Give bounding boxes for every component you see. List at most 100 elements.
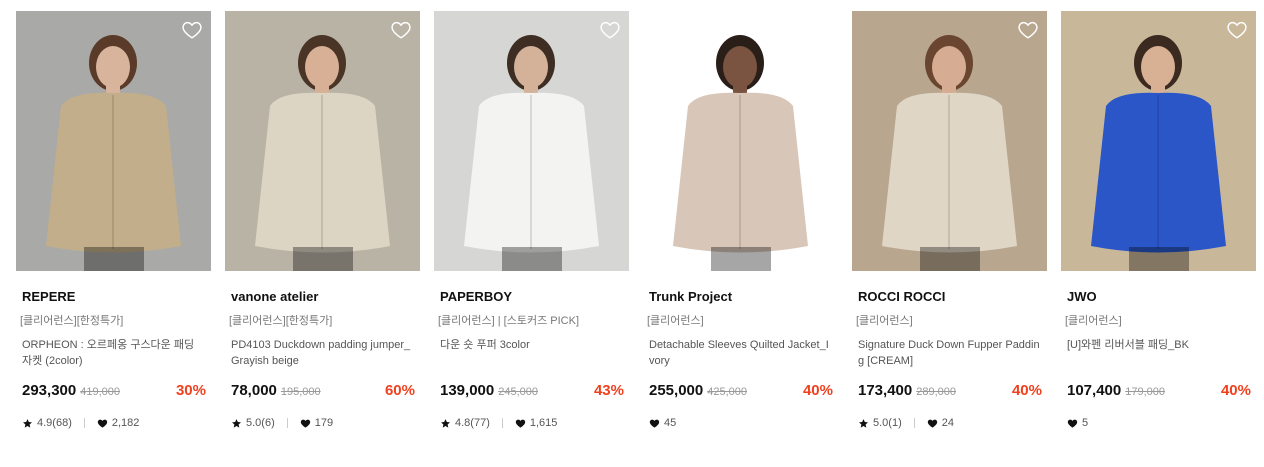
product-tags: [클리어런스] (856, 315, 913, 327)
sale-price: 107,400 (1067, 382, 1122, 399)
divider (286, 418, 288, 428)
original-price: 289,000 (916, 386, 956, 398)
star-icon (858, 418, 869, 429)
product-image[interactable] (852, 11, 1047, 271)
product-card[interactable]: JWO [클리어런스] [U]와펜 리버서블 패딩_BK 107,400 179,… (1061, 11, 1256, 430)
original-price: 195,000 (280, 386, 321, 398)
product-name[interactable]: 다운 숏 푸퍼 3color (434, 337, 629, 369)
original-price: 425,000 (707, 386, 747, 398)
product-photo (434, 11, 629, 271)
heart-filled-icon (927, 418, 938, 429)
product-image[interactable] (1061, 11, 1256, 271)
product-name[interactable]: ORPHEON : 오르페옹 구스다운 패딩 자켓 (2color) (16, 337, 211, 369)
sale-price: 293,300 (22, 382, 77, 399)
product-tags: [클리어런스][한정특가] (20, 315, 124, 327)
review-meta: 5 (1061, 416, 1256, 430)
review-meta: 5.0(1) 24 (852, 416, 1047, 430)
discount-rate: 30% (175, 382, 206, 399)
product-photo (852, 11, 1047, 271)
product-image[interactable] (16, 11, 211, 271)
brand-name[interactable]: vanone atelier (225, 289, 420, 305)
star-icon (440, 418, 451, 429)
rating-value: 5.0(1) (873, 417, 902, 429)
review-meta: 4.9(68) 2,182 (16, 416, 211, 430)
product-photo (16, 11, 211, 271)
price-row: 173,400 289,000 40% (852, 382, 1047, 402)
heart-filled-icon (300, 418, 311, 429)
like-count: 1,615 (529, 417, 558, 429)
rating: 4.8(77) (440, 417, 515, 429)
product-photo (643, 11, 838, 271)
product-image[interactable] (225, 11, 420, 271)
product-name[interactable]: PD4103 Duckdown padding jumper_Grayish b… (225, 337, 420, 369)
star-icon (231, 418, 242, 429)
brand-name[interactable]: PAPERBOY (434, 289, 629, 305)
brand-name[interactable]: ROCCI ROCCI (852, 289, 1047, 305)
rating-value: 5.0(6) (246, 417, 275, 429)
like-count: 179 (314, 417, 334, 429)
divider (83, 418, 85, 428)
rating-value: 4.9(68) (37, 417, 72, 429)
price-row: 255,000 425,000 40% (643, 382, 838, 402)
wishlist-heart-icon[interactable] (808, 19, 830, 41)
rating: 5.0(6) (231, 417, 300, 429)
sale-price: 78,000 (231, 382, 277, 399)
sale-price: 139,000 (440, 382, 495, 399)
product-image[interactable] (434, 11, 629, 271)
product-photo (1061, 11, 1256, 271)
product-tags: [클리어런스] (647, 315, 704, 327)
discount-rate: 40% (1011, 382, 1042, 399)
product-grid: REPERE [클리어런스][한정특가] ORPHEON : 오르페옹 구스다운… (16, 11, 1256, 430)
sale-price: 173,400 (858, 382, 913, 399)
heart-filled-icon (97, 418, 108, 429)
discount-rate: 40% (1220, 382, 1251, 399)
original-price: 179,000 (1125, 386, 1165, 398)
heart-filled-icon (1067, 418, 1078, 429)
divider (913, 418, 915, 428)
original-price: 419,000 (80, 386, 120, 398)
product-tags: [클리어런스] (1065, 315, 1122, 327)
product-image[interactable] (643, 11, 838, 271)
heart-filled-icon (649, 418, 660, 429)
product-card[interactable]: Trunk Project [클리어런스] Detachable Sleeves… (643, 11, 838, 430)
original-price: 245,000 (498, 386, 538, 398)
heart-filled-icon (515, 418, 526, 429)
brand-name[interactable]: REPERE (16, 289, 211, 305)
wishlist-heart-icon[interactable] (599, 19, 621, 41)
product-tags: [클리어런스][한정특가] (229, 315, 333, 327)
wishlist-heart-icon[interactable] (1017, 19, 1039, 41)
discount-rate: 40% (802, 382, 833, 399)
product-card[interactable]: ROCCI ROCCI [클리어런스] Signature Duck Down … (852, 11, 1047, 430)
price-row: 139,000 245,000 43% (434, 382, 629, 402)
product-card[interactable]: PAPERBOY [클리어런스] | [스토커즈 PICK] 다운 숏 푸퍼 3… (434, 11, 629, 430)
brand-name[interactable]: JWO (1061, 289, 1256, 305)
like-count: 24 (941, 417, 954, 429)
like-count: 45 (664, 417, 677, 429)
review-meta: 4.8(77) 1,615 (434, 416, 629, 430)
rating: 4.9(68) (22, 417, 97, 429)
price-row: 78,000 195,000 60% (225, 382, 420, 402)
discount-rate: 43% (593, 382, 624, 399)
wishlist-heart-icon[interactable] (1226, 19, 1248, 41)
wishlist-heart-icon[interactable] (390, 19, 412, 41)
review-meta: 45 (643, 416, 838, 430)
sale-price: 255,000 (649, 382, 704, 399)
product-tags: [클리어런스] | [스토커즈 PICK] (438, 315, 580, 327)
wishlist-heart-icon[interactable] (181, 19, 203, 41)
product-card[interactable]: vanone atelier [클리어런스][한정특가] PD4103 Duck… (225, 11, 420, 430)
brand-name[interactable]: Trunk Project (643, 289, 838, 305)
discount-rate: 60% (384, 382, 415, 399)
price-row: 293,300 419,000 30% (16, 382, 211, 402)
like-count: 5 (1082, 417, 1089, 429)
star-icon (22, 418, 33, 429)
product-name[interactable]: [U]와펜 리버서블 패딩_BK (1061, 337, 1256, 369)
rating: 5.0(1) (858, 417, 927, 429)
product-name[interactable]: Detachable Sleeves Quilted Jacket_Ivory (643, 337, 838, 369)
divider (501, 418, 503, 428)
price-row: 107,400 179,000 40% (1061, 382, 1256, 402)
like-count: 2,182 (111, 417, 140, 429)
product-card[interactable]: REPERE [클리어런스][한정특가] ORPHEON : 오르페옹 구스다운… (16, 11, 211, 430)
rating-value: 4.8(77) (455, 417, 490, 429)
product-name[interactable]: Signature Duck Down Fupper Padding [CREA… (852, 337, 1047, 369)
product-photo (225, 11, 420, 271)
